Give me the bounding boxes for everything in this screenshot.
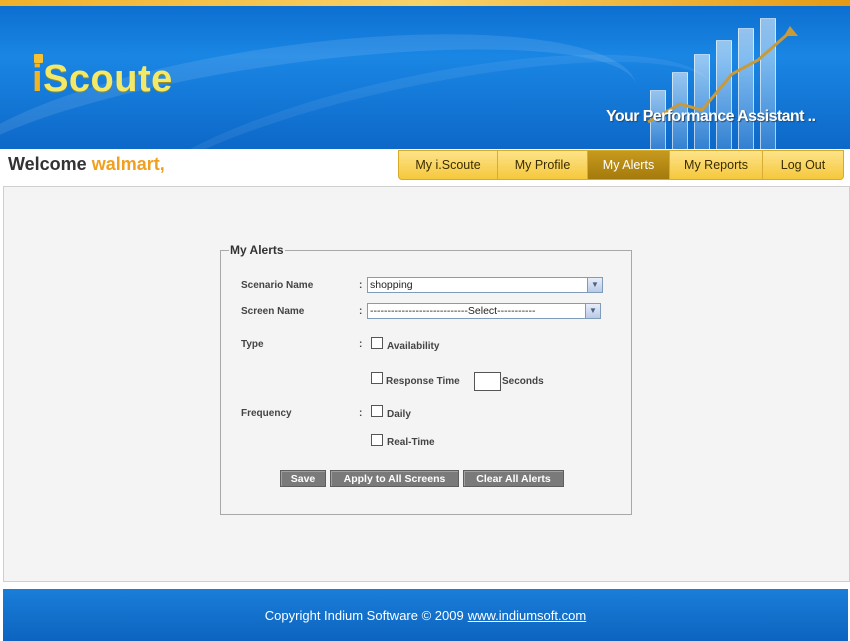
colon: : (359, 339, 363, 350)
nav-item-log-out[interactable]: Log Out (763, 151, 843, 179)
nav-item-my-alerts[interactable]: My Alerts (588, 151, 670, 179)
copyright-text: Copyright Indium Software © 2009 (264, 607, 464, 623)
header-banner: iScoute Your Performance Assistant .. (0, 6, 850, 149)
chevron-down-icon[interactable]: ▼ (587, 278, 602, 292)
clear-all-alerts-button[interactable]: Clear All Alerts (463, 470, 564, 487)
scenario-name-value: shopping (370, 279, 413, 291)
daily-checkbox[interactable] (371, 405, 383, 417)
main-nav: My i.Scoute My Profile My Alerts My Repo… (398, 150, 844, 180)
screen-name-label: Screen Name (241, 306, 305, 317)
iscoute-logo[interactable]: iScoute (32, 54, 173, 101)
colon: : (359, 408, 363, 419)
nav-item-my-profile[interactable]: My Profile (498, 151, 588, 179)
footer: Copyright Indium Software © 2009 www.ind… (3, 589, 848, 641)
chevron-down-icon[interactable]: ▼ (585, 304, 600, 318)
availability-checkbox[interactable] (371, 337, 383, 349)
screen-name-select[interactable]: ----------------------------Select------… (367, 303, 601, 319)
seconds-input[interactable] (474, 372, 501, 391)
daily-label: Daily (387, 409, 411, 420)
seconds-label: Seconds (502, 376, 544, 387)
logo-dot (34, 54, 43, 63)
apply-to-all-screens-button[interactable]: Apply to All Screens (330, 470, 459, 487)
logo-i: i (32, 58, 44, 100)
realtime-checkbox[interactable] (371, 434, 383, 446)
content-panel: My Alerts Scenario Name : shopping ▼ Scr… (3, 186, 850, 582)
availability-label: Availability (387, 341, 440, 352)
response-time-label: Response Time (386, 376, 460, 387)
nav-item-my-iscoute[interactable]: My i.Scoute (399, 151, 498, 179)
welcome-username: walmart, (91, 154, 165, 174)
realtime-label: Real-Time (387, 437, 435, 448)
response-time-checkbox[interactable] (371, 372, 383, 384)
frequency-label: Frequency (241, 408, 292, 419)
trend-arrow-icon (647, 26, 798, 124)
tagline: Your Performance Assistant .. (606, 108, 816, 125)
indiumsoft-link[interactable]: www.indiumsoft.com (468, 608, 586, 623)
performance-graph-icon (640, 12, 830, 149)
save-button[interactable]: Save (280, 470, 326, 487)
scenario-name-select[interactable]: shopping ▼ (367, 277, 603, 293)
welcome-message: Welcome walmart, (8, 154, 165, 175)
type-label: Type (241, 339, 264, 350)
form-legend: My Alerts (230, 243, 284, 257)
screen-name-value: ----------------------------Select------… (370, 305, 536, 317)
logo-text: Scoute (43, 58, 173, 100)
scenario-name-label: Scenario Name (241, 280, 314, 291)
welcome-prefix: Welcome (8, 154, 87, 174)
my-alerts-form: My Alerts Scenario Name : shopping ▼ Scr… (220, 243, 632, 515)
colon: : (359, 306, 363, 317)
nav-item-my-reports[interactable]: My Reports (670, 151, 763, 179)
colon: : (359, 280, 363, 291)
